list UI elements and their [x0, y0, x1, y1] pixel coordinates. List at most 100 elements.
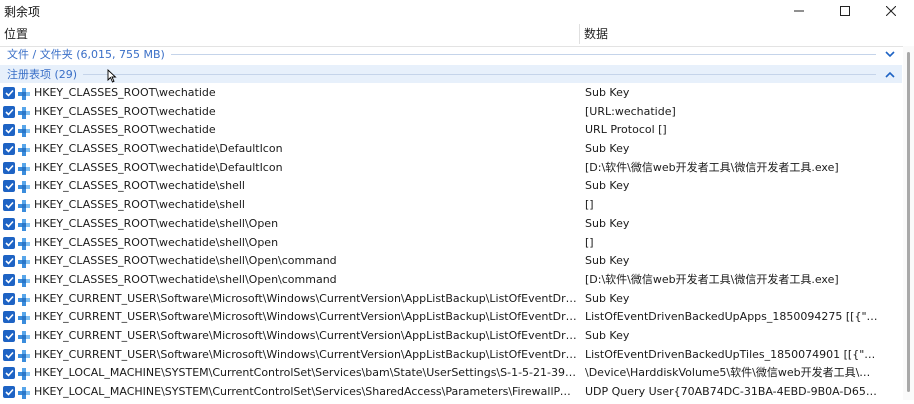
column-location-header[interactable]: 位置: [4, 22, 28, 46]
registry-data: Sub Key: [585, 254, 630, 268]
registry-key-icon: [17, 179, 31, 194]
registry-row[interactable]: HKEY_CLASSES_ROOT\wechatide\DefaultIcon S…: [0, 140, 902, 159]
close-icon: [886, 6, 896, 16]
registry-row[interactable]: HKEY_CLASSES_ROOT\wechatide\shell\Open\c…: [0, 271, 902, 290]
registry-data: []: [585, 198, 594, 212]
registry-row[interactable]: HKEY_LOCAL_MACHINE\SYSTEM\CurrentControl…: [0, 383, 902, 402]
registry-path: HKEY_CLASSES_ROOT\wechatide: [34, 104, 216, 118]
registry-key-icon: [17, 142, 31, 157]
registry-path: HKEY_CLASSES_ROOT\wechatide\shell: [34, 198, 245, 212]
group-registry-label: 注册表项 (29): [7, 68, 78, 81]
registry-data: [D:\软件\微信web开发者工具\微信开发者工具.exe]: [585, 272, 839, 286]
registry-key-icon: [17, 161, 31, 175]
registry-data: [URL:wechatide]: [585, 104, 676, 118]
registry-data: []: [585, 235, 594, 249]
registry-row[interactable]: HKEY_CLASSES_ROOT\wechatide\shell\Open\c…: [0, 252, 902, 271]
checkbox-checked-icon[interactable]: [3, 329, 15, 342]
registry-row[interactable]: HKEY_CLASSES_ROOT\wechatide Sub Key: [0, 84, 902, 103]
registry-data: \Device\HarddiskVolume5\软件\微信web开发者工具\we…: [585, 366, 878, 380]
registry-data: Sub Key: [585, 328, 630, 342]
scrollbar-thumb[interactable]: [907, 52, 910, 392]
group-registry-keys[interactable]: 注册表项 (29): [0, 65, 902, 83]
registry-key-icon: [17, 198, 31, 213]
registry-key-icon: [17, 310, 31, 325]
checkbox-checked-icon[interactable]: [3, 161, 15, 174]
title-bar: 剩余项: [0, 0, 914, 22]
checkbox-checked-icon[interactable]: [3, 255, 15, 268]
window-title: 剩余项: [4, 4, 41, 19]
registry-path: HKEY_CURRENT_USER\Software\Microsoft\Win…: [34, 328, 577, 342]
registry-row[interactable]: HKEY_CLASSES_ROOT\wechatide URL Protocol …: [0, 121, 902, 140]
registry-data: Sub Key: [585, 291, 630, 305]
registry-key-icon: [17, 86, 31, 100]
checkbox-checked-icon[interactable]: [3, 311, 15, 324]
mouse-cursor-icon: [107, 69, 117, 83]
checkbox-checked-icon[interactable]: [3, 105, 15, 118]
checkbox-checked-icon[interactable]: [3, 87, 15, 99]
column-separator[interactable]: [579, 24, 580, 44]
registry-data: Sub Key: [585, 179, 630, 193]
checkbox-checked-icon[interactable]: [3, 124, 15, 137]
registry-row[interactable]: HKEY_CLASSES_ROOT\wechatide\shell\Open Su…: [0, 215, 902, 234]
registry-key-icon: [17, 385, 31, 399]
registry-path: HKEY_LOCAL_MACHINE\SYSTEM\CurrentControl…: [34, 366, 577, 380]
registry-data: UDP Query User{70AB74DC-31BA-4EBD-9B0A-D…: [585, 385, 878, 398]
registry-data: ListOfEventDrivenBackedUpApps_1850094275…: [585, 310, 878, 324]
group-divider: [170, 53, 876, 55]
window-controls: [776, 0, 914, 22]
registry-path: HKEY_CLASSES_ROOT\wechatide: [34, 86, 216, 99]
registry-row[interactable]: HKEY_CURRENT_USER\Software\Microsoft\Win…: [0, 308, 902, 327]
registry-key-icon: [17, 217, 31, 231]
chevron-up-icon[interactable]: [884, 68, 896, 80]
checkbox-checked-icon[interactable]: [3, 367, 15, 380]
registry-data: Sub Key: [585, 86, 630, 99]
registry-row[interactable]: HKEY_CLASSES_ROOT\wechatide\DefaultIcon […: [0, 159, 902, 178]
checkbox-checked-icon[interactable]: [3, 348, 15, 361]
registry-path: HKEY_CURRENT_USER\Software\Microsoft\Win…: [34, 310, 577, 324]
registry-path: HKEY_LOCAL_MACHINE\SYSTEM\CurrentControl…: [34, 385, 577, 398]
registry-row[interactable]: HKEY_CURRENT_USER\Software\Microsoft\Win…: [0, 346, 902, 365]
registry-list: HKEY_CLASSES_ROOT\wechatide Sub Key HKEY_C…: [0, 84, 902, 402]
group-files-label: 文件 / 文件夹 (6,015, 755 MB): [7, 48, 165, 61]
registry-key-icon: [17, 236, 31, 250]
registry-key-icon: [17, 366, 31, 381]
registry-row[interactable]: HKEY_CLASSES_ROOT\wechatide\shell []: [0, 196, 902, 215]
vertical-scrollbar[interactable]: [903, 46, 914, 400]
registry-data: URL Protocol []: [585, 123, 667, 137]
registry-row[interactable]: HKEY_CLASSES_ROOT\wechatide\shell Sub Key: [0, 177, 902, 196]
group-files-folders[interactable]: 文件 / 文件夹 (6,015, 755 MB): [0, 45, 902, 63]
registry-row[interactable]: HKEY_CLASSES_ROOT\wechatide [URL:wechatid…: [0, 103, 902, 122]
maximize-button[interactable]: [822, 0, 868, 22]
registry-path: HKEY_CLASSES_ROOT\wechatide: [34, 123, 216, 137]
registry-data: [D:\软件\微信web开发者工具\微信开发者工具.exe]: [585, 160, 839, 174]
registry-path: HKEY_CURRENT_USER\Software\Microsoft\Win…: [34, 347, 577, 361]
minimize-button[interactable]: [776, 0, 822, 22]
registry-key-icon: [17, 254, 31, 269]
chevron-down-icon[interactable]: [884, 48, 896, 60]
close-button[interactable]: [868, 0, 914, 22]
registry-key-icon: [17, 329, 31, 343]
registry-path: HKEY_CLASSES_ROOT\wechatide\shell\Open\c…: [34, 272, 337, 286]
registry-row[interactable]: HKEY_CLASSES_ROOT\wechatide\shell\Open []: [0, 234, 902, 253]
maximize-icon: [840, 6, 850, 16]
registry-path: HKEY_CURRENT_USER\Software\Microsoft\Win…: [34, 291, 577, 305]
checkbox-checked-icon[interactable]: [3, 180, 15, 193]
checkbox-checked-icon[interactable]: [3, 236, 15, 249]
checkbox-checked-icon[interactable]: [3, 386, 15, 398]
checkbox-checked-icon[interactable]: [3, 292, 15, 305]
registry-path: HKEY_CLASSES_ROOT\wechatide\shell\Open: [34, 216, 279, 230]
registry-path: HKEY_CLASSES_ROOT\wechatide\DefaultIcon: [34, 142, 283, 156]
registry-key-icon: [17, 105, 31, 119]
registry-row[interactable]: HKEY_LOCAL_MACHINE\SYSTEM\CurrentControl…: [0, 364, 902, 383]
registry-data: Sub Key: [585, 142, 630, 156]
checkbox-checked-icon[interactable]: [3, 273, 15, 286]
checkbox-checked-icon[interactable]: [3, 217, 15, 230]
registry-path: HKEY_CLASSES_ROOT\wechatide\shell: [34, 179, 245, 193]
registry-path: HKEY_CLASSES_ROOT\wechatide\DefaultIcon: [34, 160, 283, 174]
checkbox-checked-icon[interactable]: [3, 143, 15, 156]
registry-row[interactable]: HKEY_CURRENT_USER\Software\Microsoft\Win…: [0, 290, 902, 309]
registry-key-icon: [17, 273, 31, 287]
checkbox-checked-icon[interactable]: [3, 199, 15, 212]
column-data-header[interactable]: 数据: [584, 22, 608, 46]
registry-row[interactable]: HKEY_CURRENT_USER\Software\Microsoft\Win…: [0, 327, 902, 346]
